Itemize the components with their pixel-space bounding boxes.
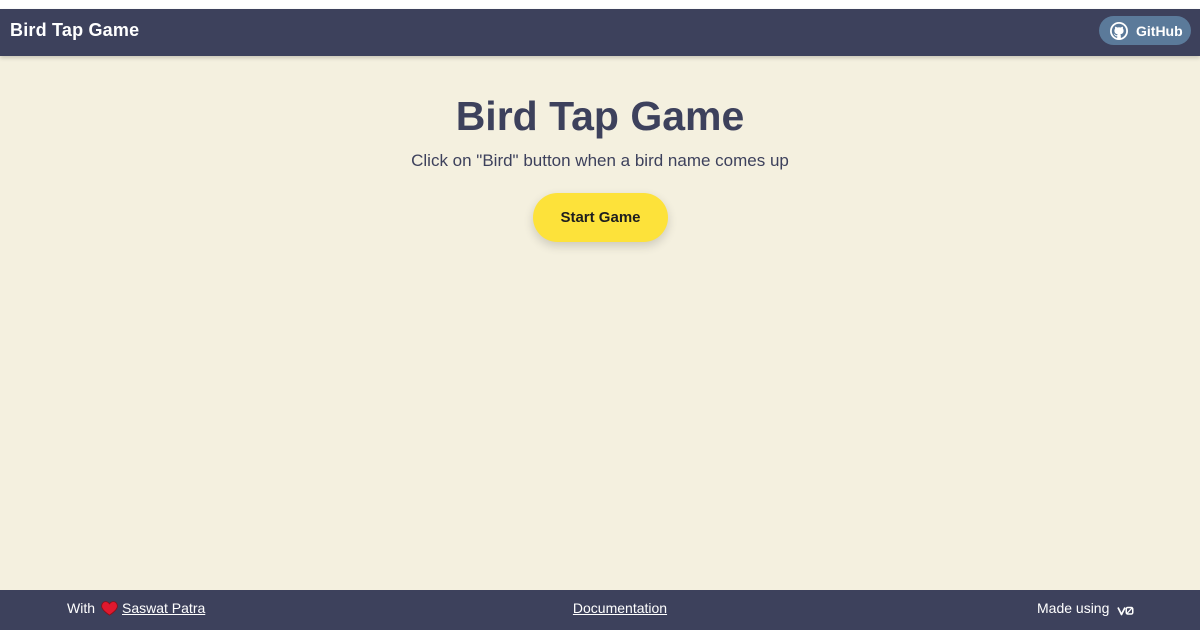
footer-made-using: Made using — [1037, 600, 1134, 616]
footer: With Saswat Patra Documentation Made usi… — [0, 590, 1200, 630]
main-content: Bird Tap Game Click on "Bird" button whe… — [0, 56, 1200, 590]
v0-logo[interactable] — [1117, 603, 1134, 616]
footer-docs: Documentation — [0, 600, 1200, 616]
instructions-text: Click on "Bird" button when a bird name … — [411, 151, 789, 170]
made-using-label: Made using — [1037, 600, 1110, 616]
top-navbar: Bird Tap Game GitHub — [0, 9, 1200, 56]
start-game-button[interactable]: Start Game — [533, 193, 668, 242]
github-label: GitHub — [1136, 22, 1183, 39]
page-title: Bird Tap Game — [455, 93, 745, 139]
top-strip — [0, 0, 1200, 9]
brand-title: Bird Tap Game — [10, 20, 140, 40]
github-button[interactable]: GitHub — [1099, 16, 1191, 45]
github-icon — [1110, 21, 1128, 40]
documentation-link[interactable]: Documentation — [573, 600, 667, 616]
